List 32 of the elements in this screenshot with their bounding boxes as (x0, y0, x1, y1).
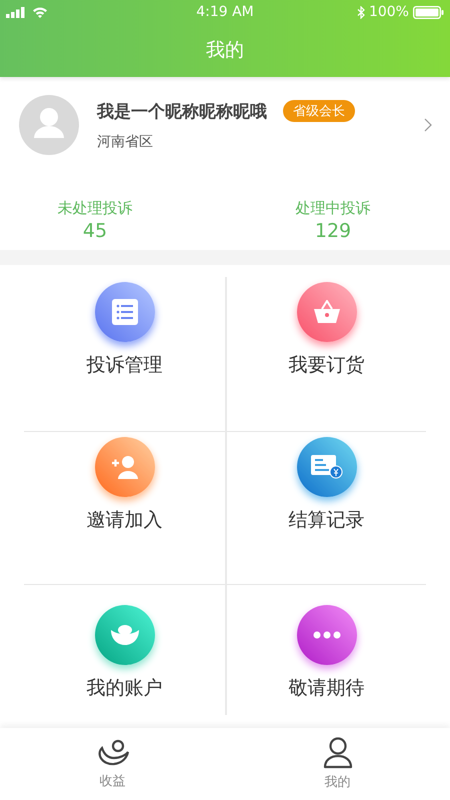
battery-percent: 100% (368, 4, 409, 20)
add-user-icon (110, 454, 140, 480)
battery-icon (412, 6, 444, 18)
tab-item[interactable]: 我的 (225, 728, 450, 800)
bill-icon (310, 455, 342, 479)
menu-tile[interactable]: 敬请期待 (225, 585, 426, 715)
list-icon (112, 299, 138, 325)
profile-row[interactable]: 我是一个昵称昵称昵哦 省级会长 河南省区 (0, 95, 450, 155)
menu-tile[interactable]: 投诉管理 (24, 277, 225, 432)
stat-value: 129 (314, 220, 352, 242)
stat-label: 处理中投诉 (296, 199, 370, 218)
menu-tile[interactable]: 邀请加入 (24, 432, 225, 585)
region-text: 河南省区 (97, 132, 154, 150)
tab-item[interactable]: 收益 (0, 728, 225, 800)
stat-label: 未处理投诉 (58, 199, 132, 218)
wifi-icon (32, 6, 48, 18)
ingot-icon (110, 624, 138, 646)
stat-value: 45 (82, 220, 108, 242)
more-icon (312, 631, 340, 639)
page-title: 我的 (205, 38, 245, 63)
level-badge: 省级会长 (283, 100, 355, 122)
menu-tile[interactable]: 我的账户 (24, 585, 225, 715)
nickname: 我是一个昵称昵称昵哦 (97, 100, 267, 122)
bluetooth-icon (356, 6, 365, 18)
chevron-right-icon (424, 118, 432, 132)
menu-tile[interactable]: 结算记录 (225, 432, 426, 585)
user-icon (322, 737, 352, 769)
ingot-outline-icon (96, 738, 130, 768)
avatar-icon (19, 95, 79, 155)
basket-icon (314, 300, 340, 324)
menu-tile[interactable]: 我要订货 (225, 277, 426, 432)
status-time: 4:19 AM (196, 4, 254, 20)
